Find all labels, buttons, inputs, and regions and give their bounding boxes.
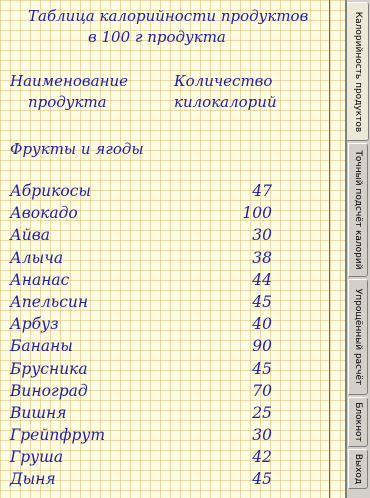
tab-exact-calculation[interactable]: Точный подсчёт калорий: [348, 143, 368, 277]
tab-exit[interactable]: Выход: [348, 449, 368, 489]
table-row: Абрикосы 47: [0, 182, 329, 204]
food-name: Виноград: [10, 381, 88, 400]
column-header-kcal-line1: Количество: [174, 72, 273, 90]
table-row: Груша 42: [0, 448, 329, 470]
tab-notebook[interactable]: Блокнот: [348, 397, 368, 447]
table-row: Бананы 90: [0, 337, 329, 359]
table-row: Вишня 25: [0, 404, 329, 426]
tab-calorie-table[interactable]: Калорийность продуктов: [347, 2, 369, 141]
column-header-name-line2: продукта: [28, 93, 107, 111]
food-kcal: 25: [252, 403, 272, 422]
calorie-app-window: Таблица калорийности продуктов в 100 г п…: [0, 0, 370, 498]
food-kcal: 30: [252, 426, 272, 445]
table-row: Брусника 45: [0, 360, 329, 382]
section-heading: Фрукты и ягоды: [10, 140, 144, 158]
food-name: Бананы: [10, 337, 73, 356]
food-name: Груша: [10, 448, 64, 467]
food-name: Авокадо: [10, 204, 78, 223]
tab-label: Точный подсчёт калорий: [353, 150, 363, 270]
table-row: Грейпфрут 30: [0, 426, 329, 448]
table-row: Арбуз 40: [0, 315, 329, 337]
table-row: Ананас 44: [0, 271, 329, 293]
table-row: Апельсин 45: [0, 293, 329, 315]
side-tab-strip: Калорийность продуктов Точный подсчёт кал…: [347, 0, 370, 498]
table-row: Дыня 45: [0, 470, 329, 492]
food-kcal: 40: [252, 315, 272, 334]
food-kcal: 38: [252, 248, 272, 267]
food-name: Ананас: [10, 270, 70, 289]
food-name: Грейпфрут: [10, 426, 106, 445]
food-kcal: 70: [252, 381, 272, 400]
food-name: Айва: [10, 226, 50, 245]
food-kcal: 45: [252, 292, 272, 311]
food-table: Абрикосы 47 Авокадо 100 Айва 30 Алыча 38 Ананас 4…: [0, 182, 329, 493]
margin-line: [329, 0, 330, 498]
tab-label: Калорийность продуктов: [352, 11, 363, 132]
tab-label: Блокнот: [353, 402, 363, 442]
table-row: Авокадо 100: [0, 204, 329, 226]
food-kcal: 47: [252, 182, 272, 200]
table-title-line1: Таблица калорийности продуктов: [28, 7, 309, 25]
tab-label: Выход: [353, 453, 363, 485]
food-name: Апельсин: [10, 292, 89, 311]
food-name: Вишня: [10, 403, 67, 422]
column-header-name-line1: Наименование: [10, 72, 129, 90]
food-kcal: 42: [252, 448, 272, 467]
notebook-page: Таблица калорийности продуктов в 100 г п…: [0, 0, 346, 498]
food-name: Абрикосы: [10, 182, 91, 200]
food-kcal: 100: [242, 204, 272, 223]
tab-simple-calculation[interactable]: Упрощённый расчёт: [348, 279, 368, 395]
table-row: Алыча 38: [0, 249, 329, 271]
food-kcal: 90: [252, 337, 272, 356]
table-title-line2: в 100 г продукта: [88, 28, 226, 46]
food-name: Арбуз: [10, 315, 59, 334]
table-row: Виноград 70: [0, 382, 329, 404]
table-row: Айва 30: [0, 226, 329, 248]
food-name: Алыча: [10, 248, 64, 267]
food-kcal: 44: [252, 270, 272, 289]
food-kcal: 45: [252, 470, 272, 489]
food-kcal: 45: [252, 359, 272, 378]
tab-label: Упрощённый расчёт: [353, 288, 363, 386]
food-kcal: 30: [252, 226, 272, 245]
food-name: Дыня: [10, 470, 56, 489]
food-name: Брусника: [10, 359, 88, 378]
column-header-kcal-line2: килокалорий: [174, 93, 277, 111]
